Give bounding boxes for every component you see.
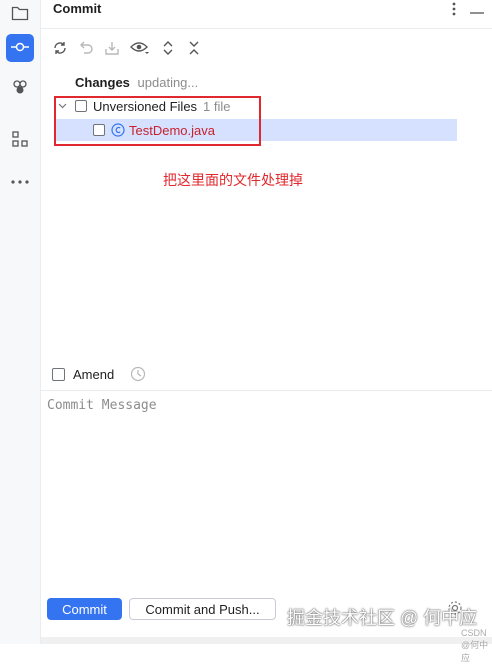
minimize-icon[interactable]	[470, 3, 484, 18]
commit-message-area[interactable]: Commit Message	[41, 390, 492, 591]
commit-tool-button[interactable]	[6, 34, 34, 62]
history-icon[interactable]	[130, 366, 146, 382]
watermark-sub: CSDN @何中应	[461, 628, 489, 663]
commit-icon	[11, 41, 29, 56]
amend-checkbox[interactable]	[52, 367, 65, 381]
commit-panel: Commit Changes updating... Unversioned F…	[41, 0, 492, 663]
eye-icon	[130, 41, 150, 58]
folder-icon	[11, 5, 29, 24]
shelve-button[interactable]	[101, 38, 123, 60]
expand-all-icon	[162, 40, 174, 59]
commit-message-placeholder: Commit Message	[47, 398, 157, 413]
more-vertical-icon[interactable]	[452, 2, 456, 19]
changes-status: updating...	[137, 75, 199, 90]
commit-button[interactable]: Commit	[47, 598, 122, 620]
more-tools-button[interactable]	[6, 165, 34, 193]
rollback-icon	[78, 40, 94, 59]
annotation-highlight-box	[54, 96, 261, 146]
panel-title: Commit	[53, 1, 102, 16]
commit-and-push-button[interactable]: Commit and Push...	[129, 598, 276, 620]
amend-row: Amend	[52, 366, 146, 382]
shelve-icon	[104, 40, 120, 59]
annotation-text: 把这里面的文件处理掉	[163, 172, 303, 188]
amend-label[interactable]: Amend	[73, 367, 114, 382]
collapse-all-button[interactable]	[183, 38, 205, 60]
structure-icon	[12, 130, 28, 150]
refresh-icon	[52, 40, 68, 59]
rollback-button[interactable]	[75, 38, 97, 60]
changes-header: Changes updating...	[75, 75, 198, 90]
panel-titlebar: Commit	[41, 0, 492, 29]
watermark-main: 掘金技术社区 @ 何中应	[287, 608, 478, 628]
community-icon	[11, 78, 29, 99]
expand-all-button[interactable]	[157, 38, 179, 60]
community-tool-button[interactable]	[6, 74, 34, 102]
collapse-all-icon	[188, 40, 200, 59]
view-options-button[interactable]	[127, 38, 153, 60]
more-horizontal-icon	[11, 172, 29, 187]
commit-toolbar	[49, 38, 205, 60]
structure-tool-button[interactable]	[6, 126, 34, 154]
project-tool-button[interactable]	[6, 0, 34, 28]
changes-label: Changes	[75, 75, 130, 90]
left-tool-rail	[0, 0, 41, 644]
refresh-button[interactable]	[49, 38, 71, 60]
status-strip	[41, 637, 492, 644]
